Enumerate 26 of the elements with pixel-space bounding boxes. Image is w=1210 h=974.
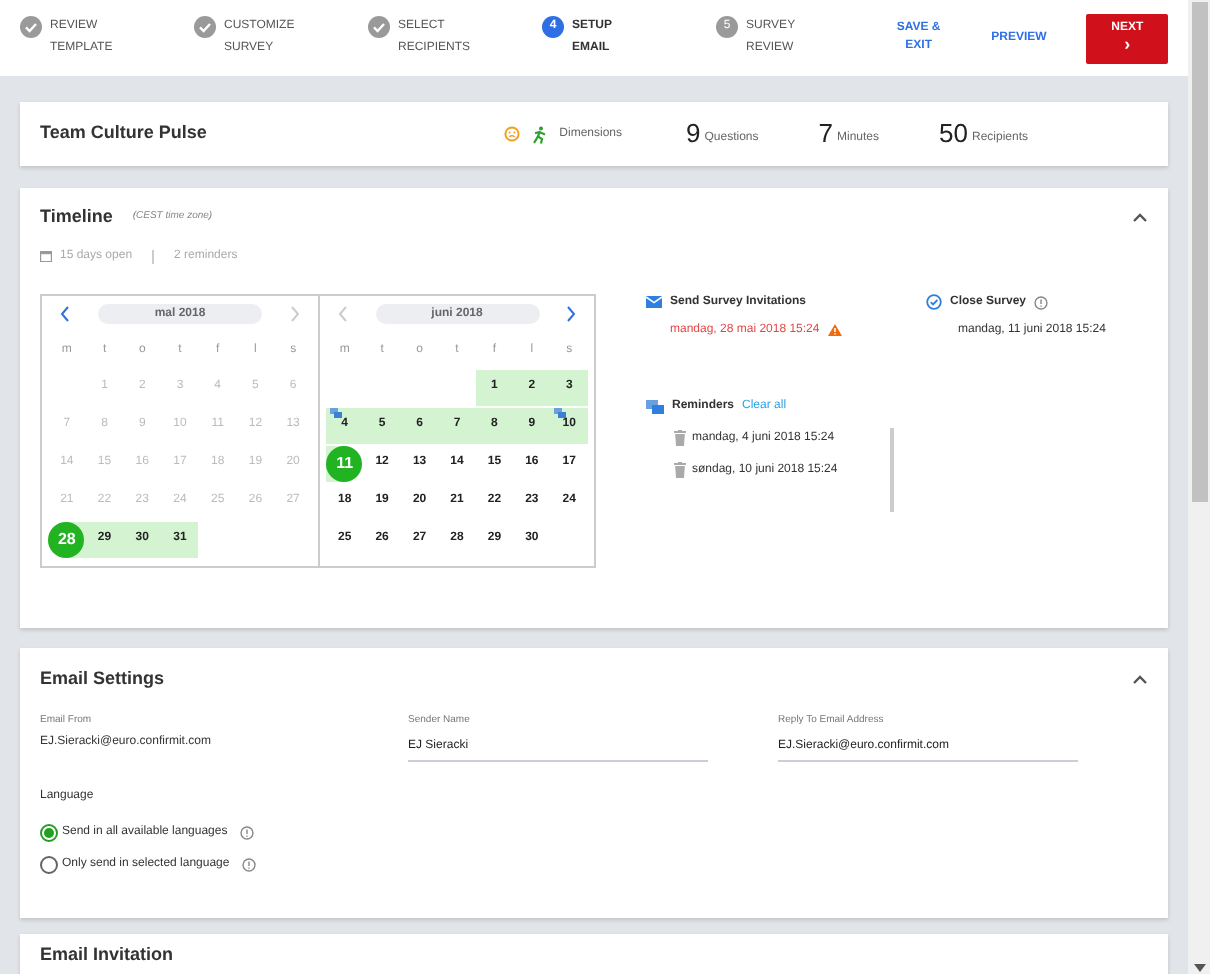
info-icon[interactable] — [1034, 295, 1049, 309]
section-title: Timeline — [40, 204, 113, 230]
envelopes-icon — [646, 399, 664, 413]
info-icon[interactable] — [241, 858, 256, 872]
trash-icon[interactable] — [674, 430, 686, 446]
check-circle-icon — [926, 294, 942, 310]
chevron-left-icon[interactable] — [60, 305, 70, 321]
collapse-icon[interactable] — [1132, 212, 1148, 223]
survey-title: Team Culture Pulse — [40, 120, 209, 147]
scrollbar-thumb[interactable] — [1191, 2, 1207, 502]
scroll-down-icon[interactable] — [1193, 964, 1205, 972]
trash-icon[interactable] — [674, 462, 686, 478]
calendar-icon — [40, 250, 52, 262]
stat-value: 9 — [686, 116, 701, 153]
smiley-icon — [503, 126, 520, 142]
collapse-icon[interactable] — [1132, 674, 1148, 685]
section-title: Email Settings — [40, 666, 167, 692]
radio-button[interactable] — [40, 856, 58, 874]
info-icon[interactable] — [239, 826, 254, 840]
envelope-icon — [646, 296, 662, 308]
section-title: Email Invitation — [40, 944, 174, 964]
stat-value: 7 — [818, 116, 833, 153]
radio-button[interactable] — [40, 824, 58, 842]
chevron-right-icon[interactable] — [566, 305, 576, 321]
running-figure-icon — [531, 125, 548, 143]
stat-value: 50 — [939, 116, 968, 153]
